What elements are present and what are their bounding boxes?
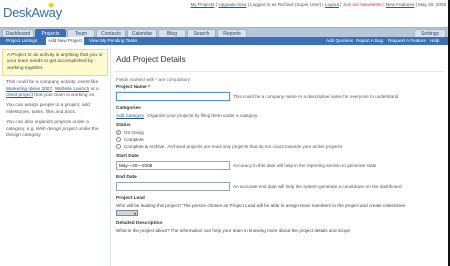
my-projects-link[interactable]: My Projects [191, 2, 215, 7]
project-listings-link[interactable]: Project Listings [6, 37, 37, 45]
start-date-input[interactable]: May—20—2008 [116, 161, 230, 170]
status-option-complete[interactable]: Complete [116, 137, 444, 142]
radio-complete[interactable] [116, 137, 121, 142]
report-bug-link[interactable]: Report A Bug [356, 37, 383, 45]
project-name-hint: This could be a company name or a descri… [233, 94, 399, 99]
date-text: May 20, 2008 [418, 2, 446, 7]
categories-label: Categories [116, 106, 141, 111]
upgrade-link[interactable]: Upgrade Now [218, 2, 246, 7]
main-nav: Dashboard Projects Team Contacts Calenda… [0, 27, 450, 38]
chevron-down-icon: ▾ [133, 211, 136, 216]
sidebar-paragraph-1: This could be a company activity: event … [6, 80, 99, 99]
help-link[interactable]: Help [430, 37, 439, 45]
sub-nav: Project Listings Add New Project View My… [0, 37, 450, 45]
add-quickies-link[interactable]: Add Quickies [326, 37, 353, 45]
project-name-label: Project Name * [116, 85, 150, 90]
start-date-label: Start Date [116, 154, 139, 159]
logged-in-text: Logged in as Richard (Super User) [250, 2, 322, 7]
end-date-hint: An accurate end date will help the syste… [233, 184, 402, 189]
project-lead-label: Project Lead [116, 196, 145, 201]
detailed-description-label: Detailed Description [116, 221, 163, 226]
start-date-hint: Accuracy in this date will help in the r… [233, 163, 377, 168]
status-label: Status [116, 123, 131, 128]
newsletter-link[interactable]: Join our Newsletter [343, 2, 382, 7]
end-date-input[interactable] [116, 182, 230, 191]
add-new-project-link[interactable]: Add New Project [46, 37, 85, 45]
sidebar-paragraph-3: You can also organize projects under a c… [6, 120, 99, 139]
sidebar-paragraph-2: You can assign people to a project, add … [6, 103, 90, 115]
end-date-label: End Date [116, 175, 137, 180]
project-lead-hint: Who will be leading this project? The pe… [116, 203, 405, 208]
add-project-form: Add Project Details Fields marked with *… [114, 50, 444, 233]
page-title: Add Project Details [114, 50, 444, 72]
categories-hint: Organize your projects by filing them un… [147, 113, 258, 118]
sidebar-hint: A Project or an activity is anything tha… [2, 49, 108, 77]
divider [110, 45, 111, 266]
radio-archive[interactable] [116, 144, 121, 149]
marketing-ideas-link[interactable]: Marketing Ideas 2007 [6, 87, 52, 92]
pending-tasks-link[interactable]: View My Pending Tasks [89, 37, 137, 45]
status-option-ongoing[interactable]: On Going [116, 130, 444, 135]
project-lead-select[interactable]: ▾ [116, 210, 138, 216]
website-launch-link[interactable]: Website Launch [55, 87, 89, 92]
required-note: Fields marked with * are compulsory [116, 77, 191, 82]
client-project-link[interactable]: client project [6, 93, 33, 98]
status-option-archive[interactable]: Complete & Archive Archived projects are … [116, 144, 444, 149]
radio-ongoing[interactable] [116, 130, 121, 135]
detailed-description-hint: What is the project about? The informati… [116, 228, 351, 233]
add-category-link[interactable]: Add Category [116, 113, 144, 118]
deskaway-logo[interactable]: DeskAway ★ [3, 0, 62, 20]
new-features-link[interactable]: New Features [386, 2, 415, 7]
request-feature-link[interactable]: Request A Feature [388, 37, 426, 45]
project-name-input[interactable] [116, 92, 230, 101]
sidebar: A Project or an activity is anything tha… [2, 49, 108, 139]
star-icon: ★ [47, 0, 55, 10]
archive-hint: Archived projects are read-only projects… [167, 144, 342, 149]
top-bar: DeskAway ★ My Projects | Upgrade Now | L… [0, 0, 450, 26]
top-links: My Projects | Upgrade Now | Logged in as… [190, 2, 446, 7]
logout-link[interactable]: Logout [325, 2, 339, 7]
